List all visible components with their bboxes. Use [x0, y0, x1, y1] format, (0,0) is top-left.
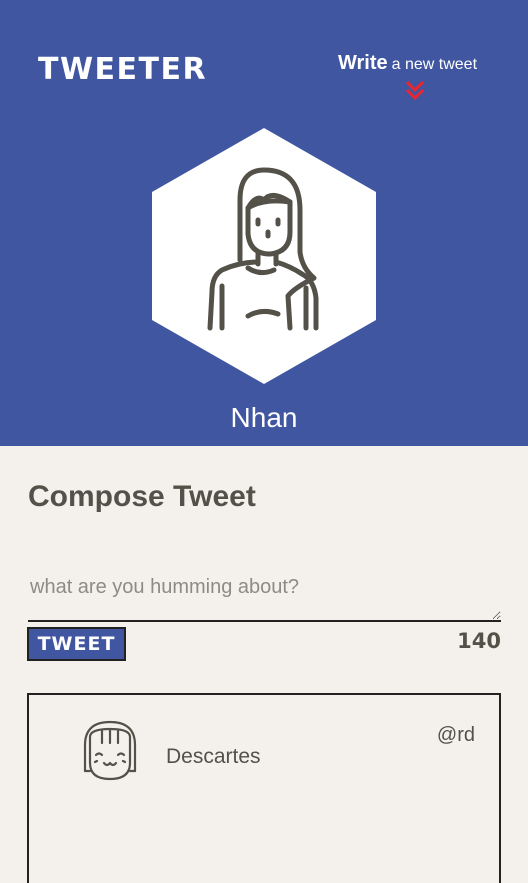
write-label: Write: [338, 52, 388, 74]
profile-name: Nhan: [230, 402, 298, 433]
profile-header: TWEETER Write a new tweet Nhan: [0, 0, 528, 446]
tweet-submit-button[interactable]: TWEET: [27, 627, 126, 661]
girl-avatar-icon: [83, 720, 137, 781]
character-counter: 140: [457, 629, 501, 653]
double-chevron-down-icon[interactable]: [404, 80, 426, 102]
write-new-tweet-link[interactable]: Write a new tweet: [338, 50, 498, 78]
tweet-card: Descartes @rd: [27, 693, 501, 883]
tweet-text-input[interactable]: [28, 566, 501, 622]
app-logo: TWEETER: [38, 52, 208, 87]
profile-avatar: [152, 128, 376, 384]
woman-avatar-icon: [152, 128, 376, 384]
compose-title: Compose Tweet: [28, 480, 256, 513]
write-subtext: a new tweet: [391, 56, 478, 73]
tweet-author-name: Descartes: [166, 745, 261, 768]
tweet-author-handle: @rd: [436, 724, 475, 746]
